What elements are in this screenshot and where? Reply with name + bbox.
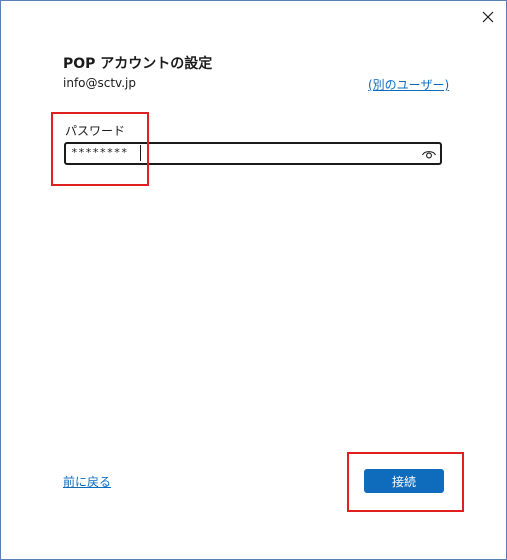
reveal-password-button[interactable] (421, 146, 437, 161)
dialog-title: POP アカウントの設定 (63, 56, 213, 72)
pop-account-dialog: POP アカウントの設定 info@sctv.jp (別のユーザー) パスワード… (0, 0, 507, 560)
account-email: info@sctv.jp (63, 76, 136, 90)
close-button[interactable] (478, 7, 498, 27)
close-icon (482, 11, 494, 23)
connect-highlight-box (347, 452, 464, 512)
eye-icon (421, 151, 437, 159)
back-link[interactable]: 前に戻る (63, 473, 111, 490)
other-user-link[interactable]: (別のユーザー) (368, 76, 449, 93)
password-highlight-box (51, 112, 149, 186)
